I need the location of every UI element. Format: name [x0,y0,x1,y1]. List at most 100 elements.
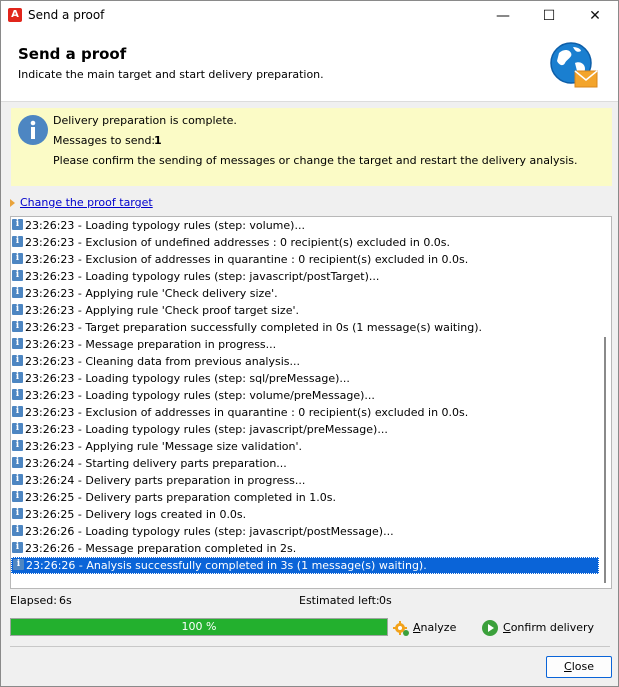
log-text: 23:26:23 - Applying rule 'Check delivery… [25,287,278,300]
log-row[interactable]: 23:26:26 - Message preparation completed… [11,540,599,557]
estimated-left-label: Estimated left: [299,594,380,607]
log-text: 23:26:23 - Exclusion of addresses in qua… [25,406,469,419]
dialog-header: Send a proof Indicate the main target an… [1,31,618,102]
info-icon [13,559,24,570]
globe-mail-icon [550,42,598,88]
close-button[interactable]: Close [546,656,612,678]
log-row[interactable]: 23:26:23 - Loading typology rules (step:… [11,370,599,387]
log-text: 23:26:26 - Loading typology rules (step:… [25,525,394,538]
progress-bar: 100 % [10,618,388,636]
info-icon [12,321,23,332]
divider [10,646,610,647]
log-text: 23:26:23 - Loading typology rules (step:… [25,389,375,402]
info-icon [12,474,23,485]
info-icon [12,355,23,366]
log-row[interactable]: 23:26:23 - Cleaning data from previous a… [11,353,599,370]
log-text: 23:26:26 - Analysis successfully complet… [26,559,427,572]
log-row[interactable]: 23:26:26 - Loading typology rules (step:… [11,523,599,540]
send-proof-dialog: A Send a proof — ☐ ✕ Send a proof Indica… [0,0,619,687]
log-text: 23:26:25 - Delivery logs created in 0.0s… [25,508,247,521]
log-row[interactable]: 23:26:26 - Analysis successfully complet… [11,557,599,574]
log-row[interactable]: 23:26:23 - Loading typology rules (step:… [11,268,599,285]
info-icon [12,440,23,451]
info-icon [12,525,23,536]
delivery-log-list[interactable]: 23:26:23 - Loading typology rules (step:… [10,216,612,589]
info-icon [12,236,23,247]
info-icon [12,270,23,281]
play-icon [482,620,498,636]
info-icon [12,253,23,264]
scrollbar-thumb[interactable] [604,337,606,583]
elapsed-value: 6s [59,594,72,607]
log-row[interactable]: 23:26:23 - Loading typology rules (step:… [11,217,599,234]
confirm-delivery-label: Confirm delivery [503,621,595,634]
preparation-status: Delivery preparation is complete. [53,114,237,127]
analyze-label: Analyze [413,621,457,634]
info-icon [12,389,23,400]
link-arrow-icon [10,199,15,207]
log-row[interactable]: 23:26:23 - Target preparation successful… [11,319,599,336]
page-title: Send a proof [18,45,127,63]
maximize-button[interactable]: ☐ [526,1,572,31]
log-text: 23:26:26 - Message preparation completed… [25,542,297,555]
messages-to-send-label: Messages to send: [53,134,156,147]
log-text: 23:26:23 - Cleaning data from previous a… [25,355,301,368]
progress-label: 100 % [181,620,217,633]
log-scrollbar[interactable] [599,217,611,588]
info-icon [12,491,23,502]
log-text: 23:26:23 - Loading typology rules (step:… [25,270,380,283]
log-text: 23:26:23 - Message preparation in progre… [25,338,277,351]
info-icon [12,372,23,383]
close-label: lose [571,660,594,673]
info-banner: Delivery preparation is complete. Messag… [11,108,612,186]
log-row[interactable]: 23:26:25 - Delivery logs created in 0.0s… [11,506,599,523]
minimize-button[interactable]: — [480,1,526,31]
log-row[interactable]: 23:26:24 - Delivery parts preparation in… [11,472,599,489]
log-text: 23:26:24 - Delivery parts preparation in… [25,474,306,487]
log-row[interactable]: 23:26:23 - Message preparation in progre… [11,336,599,353]
log-text: 23:26:25 - Delivery parts preparation co… [25,491,336,504]
info-icon [12,406,23,417]
log-row[interactable]: 23:26:24 - Starting delivery parts prepa… [11,455,599,472]
page-subtitle: Indicate the main target and start deliv… [18,68,324,81]
info-icon [12,304,23,315]
log-text: 23:26:23 - Loading typology rules (step:… [25,219,305,232]
change-proof-target-link[interactable]: Change the proof target [20,196,153,209]
elapsed-label: Elapsed: [10,594,57,607]
log-row[interactable]: 23:26:23 - Applying rule 'Check delivery… [11,285,599,302]
log-text: 23:26:23 - Applying rule 'Message size v… [25,440,302,453]
log-text: 23:26:23 - Target preparation successful… [25,321,483,334]
window-title: Send a proof [28,8,105,22]
log-row[interactable]: 23:26:23 - Exclusion of addresses in qua… [11,404,599,421]
log-row[interactable]: 23:26:23 - Applying rule 'Check proof ta… [11,302,599,319]
log-text: 23:26:23 - Loading typology rules (step:… [25,372,350,385]
confirm-instruction: Please confirm the sending of messages o… [53,154,578,167]
log-text: 23:26:24 - Starting delivery parts prepa… [25,457,287,470]
log-text: 23:26:23 - Exclusion of addresses in qua… [25,253,469,266]
close-mnemonic: C [564,660,572,673]
info-icon [12,287,23,298]
log-row[interactable]: 23:26:23 - Exclusion of undefined addres… [11,234,599,251]
messages-to-send-value: 1 [154,134,162,147]
log-row[interactable]: 23:26:23 - Exclusion of addresses in qua… [11,251,599,268]
log-row[interactable]: 23:26:23 - Loading typology rules (step:… [11,421,599,438]
info-icon [12,457,23,468]
title-bar: A Send a proof — ☐ ✕ [1,1,618,31]
log-row[interactable]: 23:26:25 - Delivery parts preparation co… [11,489,599,506]
info-icon [12,219,23,230]
adobe-app-icon: A [8,8,22,22]
log-rows: 23:26:23 - Loading typology rules (step:… [11,217,599,574]
info-icon [12,542,23,553]
gear-icon [393,621,409,636]
info-icon [12,508,23,519]
info-icon [12,423,23,434]
log-row[interactable]: 23:26:23 - Applying rule 'Message size v… [11,438,599,455]
info-icon [12,338,23,349]
log-row[interactable]: 23:26:23 - Loading typology rules (step:… [11,387,599,404]
info-icon [18,115,48,145]
close-window-button[interactable]: ✕ [572,1,618,31]
estimated-left-value: 0s [379,594,392,607]
log-text: 23:26:23 - Loading typology rules (step:… [25,423,388,436]
log-text: 23:26:23 - Applying rule 'Check proof ta… [25,304,299,317]
log-text: 23:26:23 - Exclusion of undefined addres… [25,236,451,249]
